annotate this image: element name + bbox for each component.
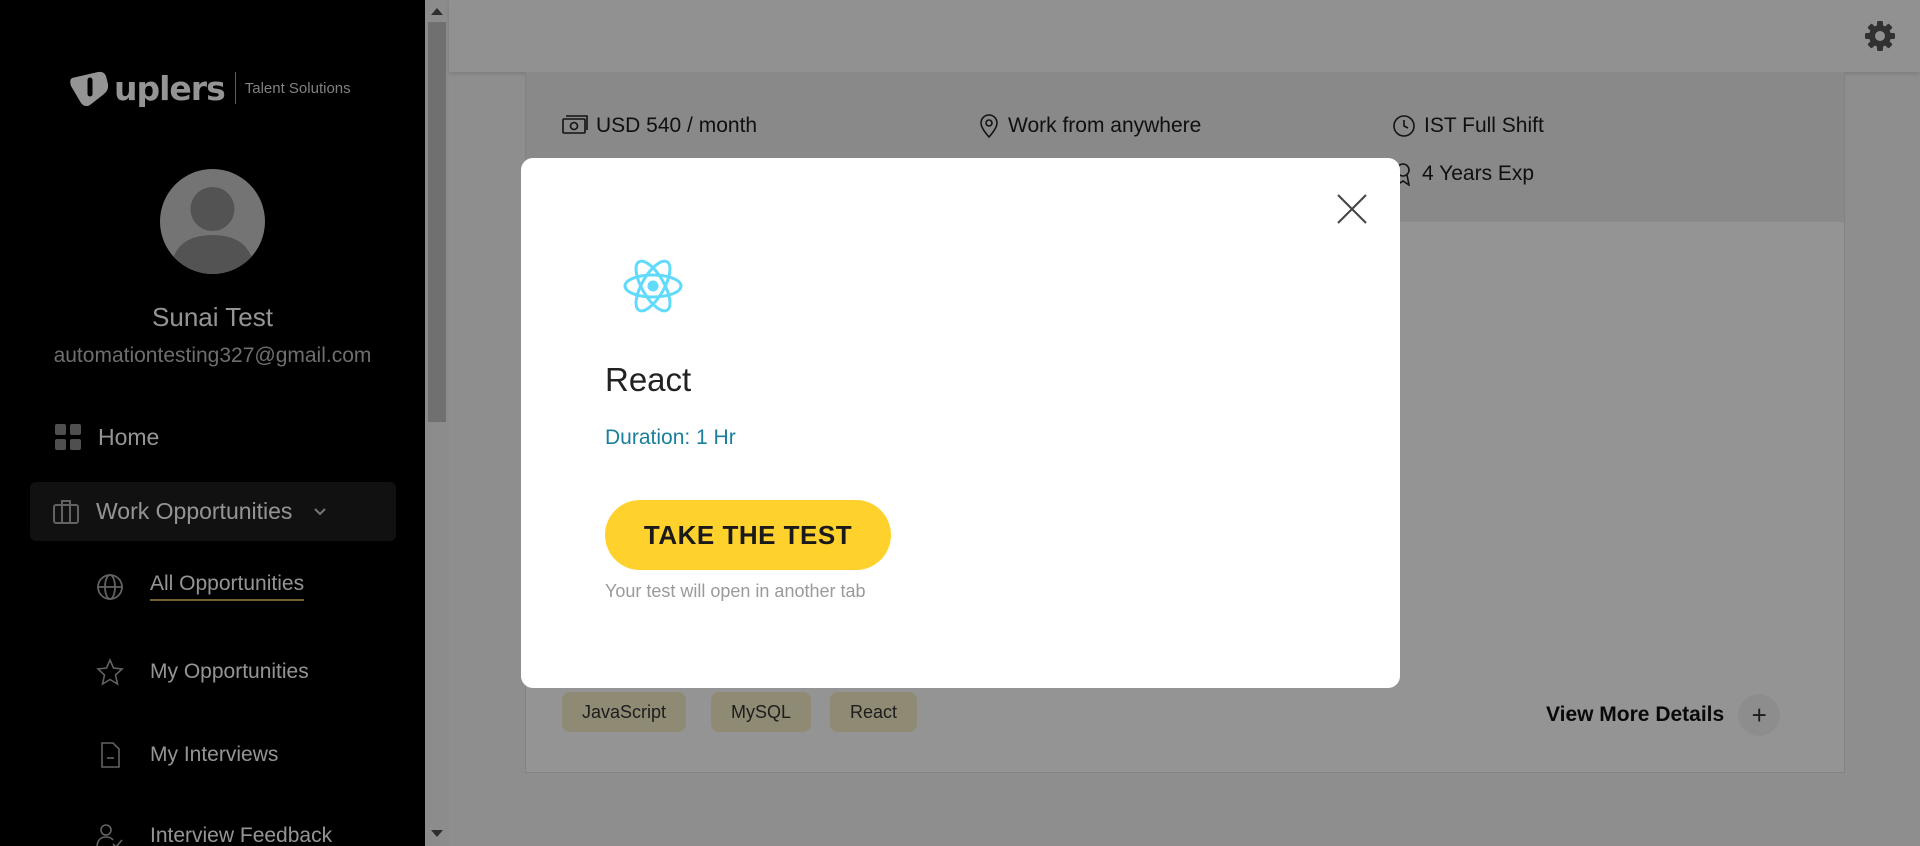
close-icon[interactable] (1335, 192, 1369, 226)
test-note: Your test will open in another tab (605, 581, 866, 601)
modal-title: React (605, 361, 692, 398)
test-duration: Duration: 1 Hr (605, 426, 736, 449)
react-logo-icon (623, 259, 683, 313)
test-modal: React Duration: 1 Hr TAKE THE TEST Your … (521, 158, 1400, 688)
take-the-test-button[interactable]: TAKE THE TEST (605, 500, 891, 570)
